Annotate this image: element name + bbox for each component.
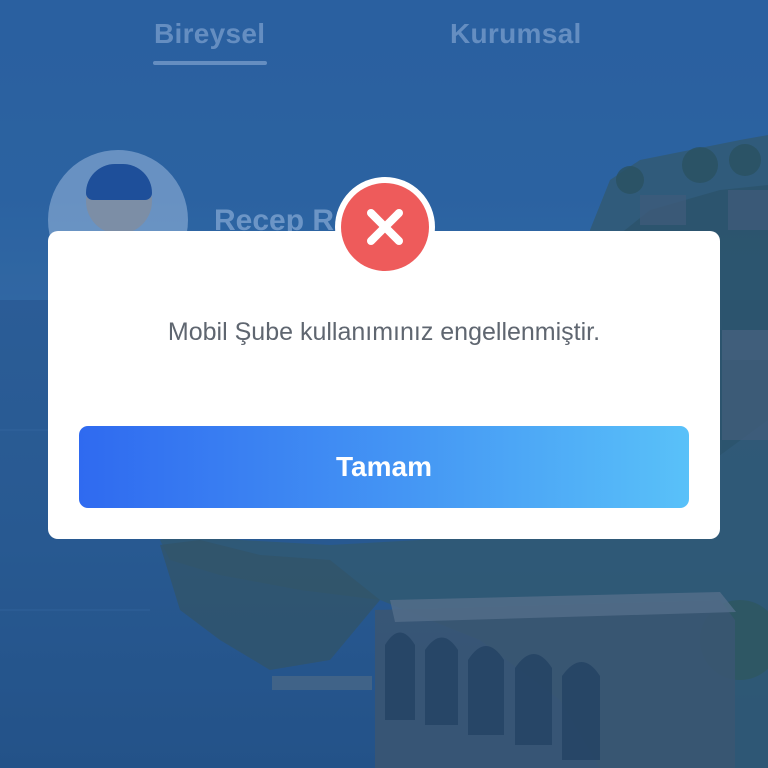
account-type-tabs: Bireysel Kurumsal [0,0,768,70]
tab-bireysel[interactable]: Bireysel [154,18,265,50]
active-tab-indicator [153,61,267,65]
ok-button[interactable]: Tamam [79,426,689,508]
tab-kurumsal[interactable]: Kurumsal [450,18,582,50]
error-badge [335,177,435,277]
dialog-message: Mobil Şube kullanımınız engellenmiştir. [167,318,601,346]
error-x-icon [341,183,429,271]
error-dialog: Mobil Şube kullanımınız engellenmiştir. … [48,231,720,539]
avatar-hair-shape [86,164,152,200]
